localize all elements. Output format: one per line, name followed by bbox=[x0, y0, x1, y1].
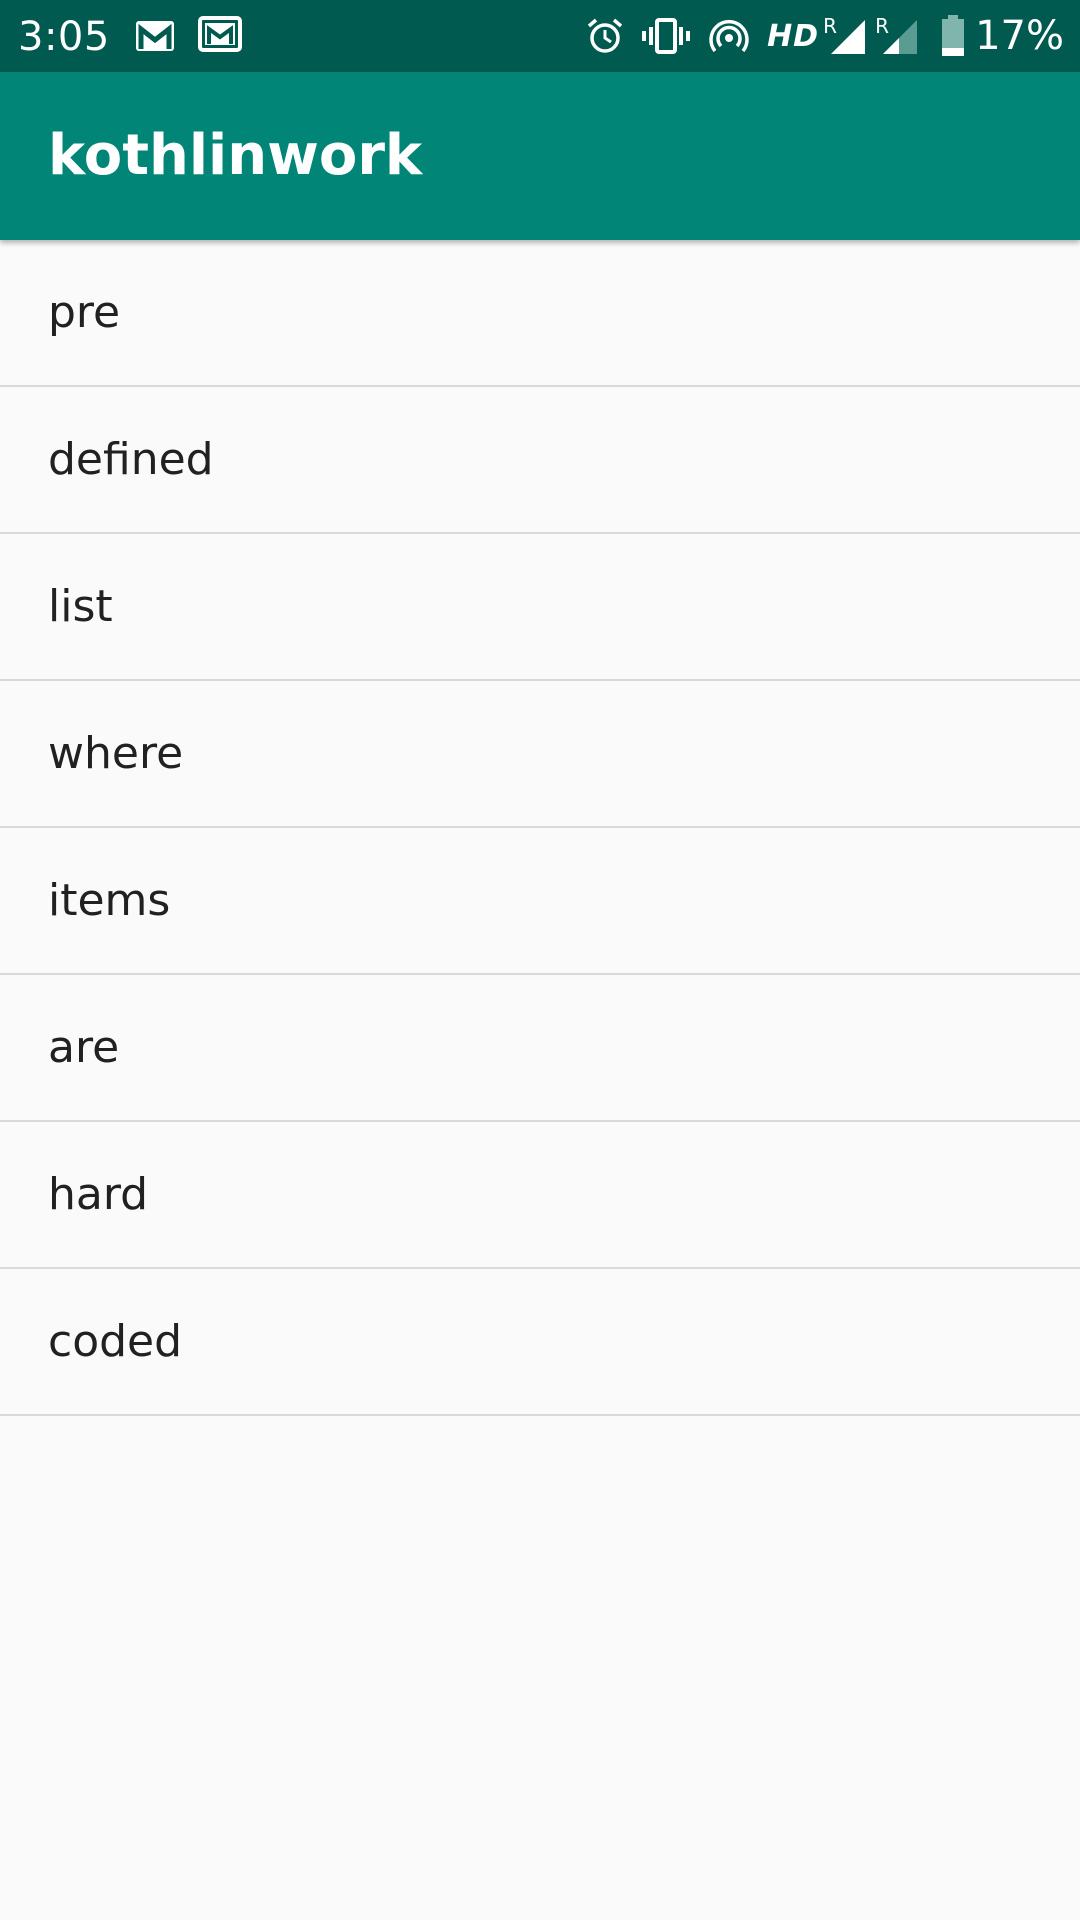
list-item[interactable]: coded bbox=[0, 1269, 1080, 1416]
list-item[interactable]: hard bbox=[0, 1122, 1080, 1269]
list-item[interactable]: items bbox=[0, 828, 1080, 975]
battery-percent: 17% bbox=[975, 13, 1064, 59]
list-item-label: coded bbox=[48, 1316, 183, 1367]
battery-icon bbox=[941, 15, 965, 57]
gmail-icon bbox=[134, 19, 176, 53]
alarm-icon bbox=[585, 16, 625, 56]
app-bar: kothlinwork bbox=[0, 72, 1080, 240]
roaming-indicator: R bbox=[823, 14, 837, 38]
gmail-icon bbox=[198, 16, 244, 56]
list-item-label: list bbox=[48, 581, 113, 632]
vibrate-icon bbox=[641, 16, 691, 56]
status-bar: 3:05 HD R R 17% bbox=[0, 0, 1080, 72]
notification-icons bbox=[134, 14, 244, 58]
list-item-label: are bbox=[48, 1022, 120, 1073]
list-item-label: pre bbox=[48, 287, 121, 338]
system-icons: HD R R 17% bbox=[585, 0, 1064, 72]
list-item-label: where bbox=[48, 728, 184, 779]
app-title: kothlinwork bbox=[48, 123, 423, 188]
list-item[interactable]: pre bbox=[0, 240, 1080, 387]
item-list: pre defined list where items are hard co… bbox=[0, 240, 1080, 1416]
list-item-label: defined bbox=[48, 434, 214, 485]
list-item[interactable]: are bbox=[0, 975, 1080, 1122]
list-item-label: hard bbox=[48, 1169, 149, 1220]
signal-icon: R bbox=[875, 14, 919, 56]
list-item[interactable]: list bbox=[0, 534, 1080, 681]
list-item-label: items bbox=[48, 875, 171, 926]
roaming-indicator: R bbox=[875, 14, 889, 38]
signal-icon: R bbox=[823, 14, 867, 56]
list-item[interactable]: where bbox=[0, 681, 1080, 828]
status-time: 3:05 bbox=[18, 14, 110, 60]
list-item[interactable]: defined bbox=[0, 387, 1080, 534]
hotspot-icon bbox=[707, 16, 751, 56]
hd-icon: HD bbox=[767, 18, 820, 54]
